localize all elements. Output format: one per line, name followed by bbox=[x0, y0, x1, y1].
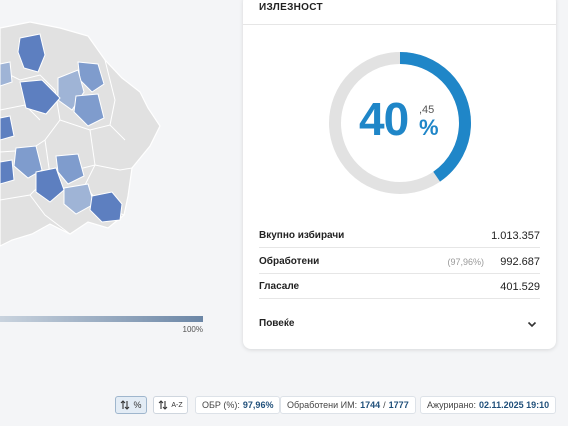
turnout-percent-integer: 40 bbox=[359, 93, 409, 145]
map-scale-max-label: 100% bbox=[182, 325, 203, 334]
chevron-down-icon bbox=[527, 321, 537, 328]
sort-percent-label: % bbox=[133, 400, 142, 410]
card-divider bbox=[243, 24, 556, 25]
municipality-region[interactable] bbox=[0, 61, 13, 87]
updated-value: 02.11.2025 19:10 bbox=[479, 400, 550, 410]
turnout-title: ИЗЛЕЗНОСТ bbox=[259, 2, 323, 13]
row-value: 401.529 bbox=[500, 281, 540, 293]
obr-label: ОБР (%): bbox=[202, 400, 240, 410]
processed-value: 1744 bbox=[360, 400, 381, 410]
row-label: Обработени bbox=[259, 256, 320, 267]
updated-badge: Ажурирано: 02.11.2025 19:10 bbox=[420, 396, 557, 414]
row-value: 992.687 bbox=[500, 256, 540, 268]
obr-value: 97,96% bbox=[242, 400, 274, 410]
row-value: 1.013.357 bbox=[491, 230, 540, 242]
map-scale-bar bbox=[0, 316, 203, 322]
more-label: Повеќе bbox=[259, 318, 295, 329]
row-subvalue: (97,96%) bbox=[447, 257, 484, 267]
updated-label: Ажурирано: bbox=[427, 400, 477, 410]
row-processed: Обработени (97,96%) 992.687 bbox=[259, 249, 540, 274]
map-svg[interactable] bbox=[0, 0, 235, 320]
sort-arrows-icon bbox=[121, 400, 130, 410]
processed-label: Обработени ИМ: bbox=[287, 400, 358, 410]
processed-badge: Обработени ИМ: 1744 / 1777 bbox=[280, 396, 416, 414]
municipality-region[interactable] bbox=[0, 159, 15, 185]
row-label: Гласале bbox=[259, 281, 300, 292]
sort-arrows-icon bbox=[158, 400, 168, 410]
turnout-card: ИЗЛЕЗНОСТ 40 ,45 % Вкупно избирачи 1.013… bbox=[243, 0, 556, 349]
row-total-voters: Вкупно избирачи 1.013.357 bbox=[259, 223, 540, 248]
sort-by-percent-button[interactable]: % bbox=[115, 396, 147, 414]
sort-alphabetical-button[interactable]: A-Z bbox=[153, 396, 188, 414]
sort-alpha-label: A-Z bbox=[171, 401, 183, 409]
processed-total: 1777 bbox=[388, 400, 409, 410]
turnout-percent-sign: % bbox=[419, 115, 439, 140]
more-toggle[interactable]: Повеќе bbox=[259, 316, 540, 336]
row-voted: Гласале 401.529 bbox=[259, 274, 540, 299]
row-label: Вкупно избирачи bbox=[259, 230, 345, 241]
obr-badge: ОБР (%): 97,96% bbox=[195, 396, 281, 414]
municipality-map[interactable] bbox=[0, 0, 235, 340]
